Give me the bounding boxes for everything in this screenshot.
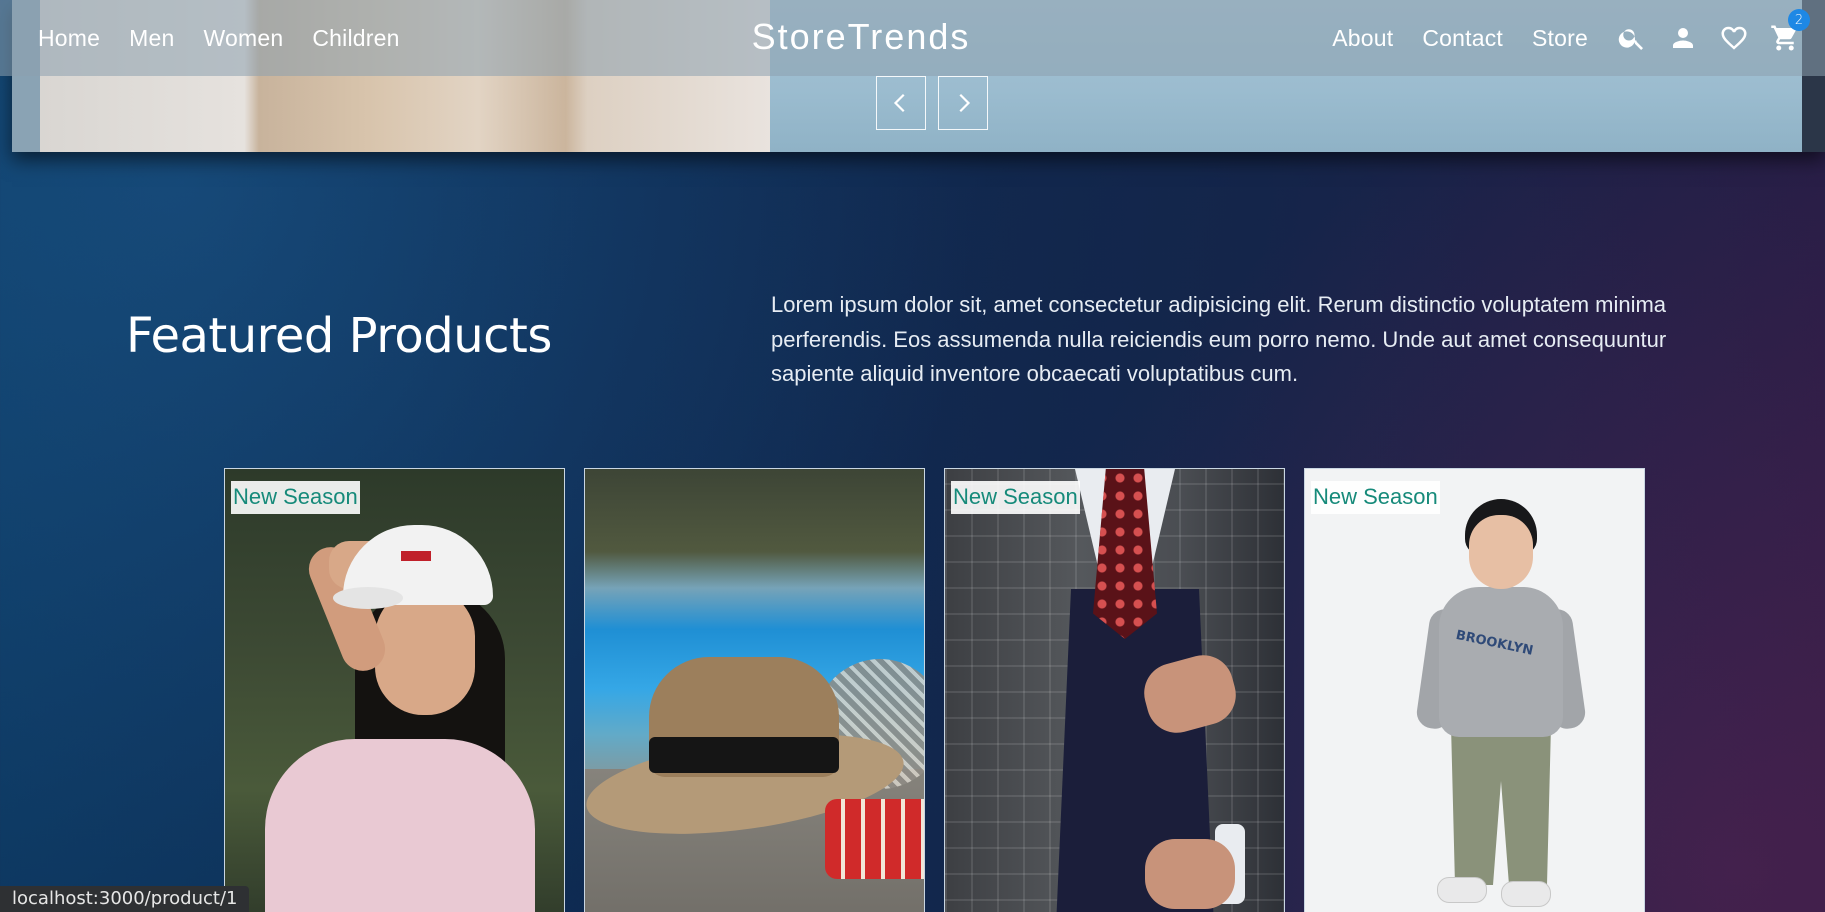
new-season-badge: New Season — [951, 481, 1080, 514]
nav-right-links: About Contact Store 2 — [1332, 0, 1810, 76]
product-image-boy-sweatshirt: BROOKLYN — [1305, 469, 1644, 912]
product-card-3[interactable]: New Season — [944, 468, 1285, 912]
featured-products-description: Lorem ipsum dolor sit, amet consectetur … — [771, 292, 1667, 386]
slider-prev-button[interactable] — [876, 76, 926, 130]
product-card-1[interactable]: New Season — [224, 468, 565, 912]
account-icon — [1673, 28, 1693, 48]
nav-link-store[interactable]: Store — [1532, 25, 1588, 52]
cart-button[interactable]: 2 — [1770, 9, 1810, 53]
product-card-2[interactable] — [584, 468, 925, 912]
slider-next-button[interactable] — [938, 76, 988, 130]
search-button[interactable] — [1617, 23, 1647, 53]
product-image-woman-cap — [225, 469, 564, 912]
product-image-fedora-hat — [585, 469, 924, 912]
chevron-left-icon — [893, 93, 905, 113]
browser-status-url: localhost:3000/product/1 — [0, 886, 250, 912]
wishlist-icon — [1721, 26, 1747, 50]
featured-products-title: Featured Products — [126, 308, 552, 364]
search-icon — [1618, 29, 1643, 50]
nav-link-about[interactable]: About — [1332, 25, 1393, 52]
account-button[interactable] — [1668, 23, 1698, 53]
nav-link-contact[interactable]: Contact — [1422, 25, 1503, 52]
cart-count-badge: 2 — [1788, 9, 1810, 31]
product-card-4[interactable]: BROOKLYN New Season — [1304, 468, 1645, 912]
product-image-man-suit — [945, 469, 1284, 912]
new-season-badge: New Season — [231, 481, 360, 514]
top-navbar: Home Men Women Children StoreTrends Abou… — [0, 0, 1825, 76]
new-season-badge: New Season — [1311, 481, 1440, 514]
chevron-right-icon — [959, 93, 971, 113]
wishlist-button[interactable] — [1719, 23, 1749, 53]
